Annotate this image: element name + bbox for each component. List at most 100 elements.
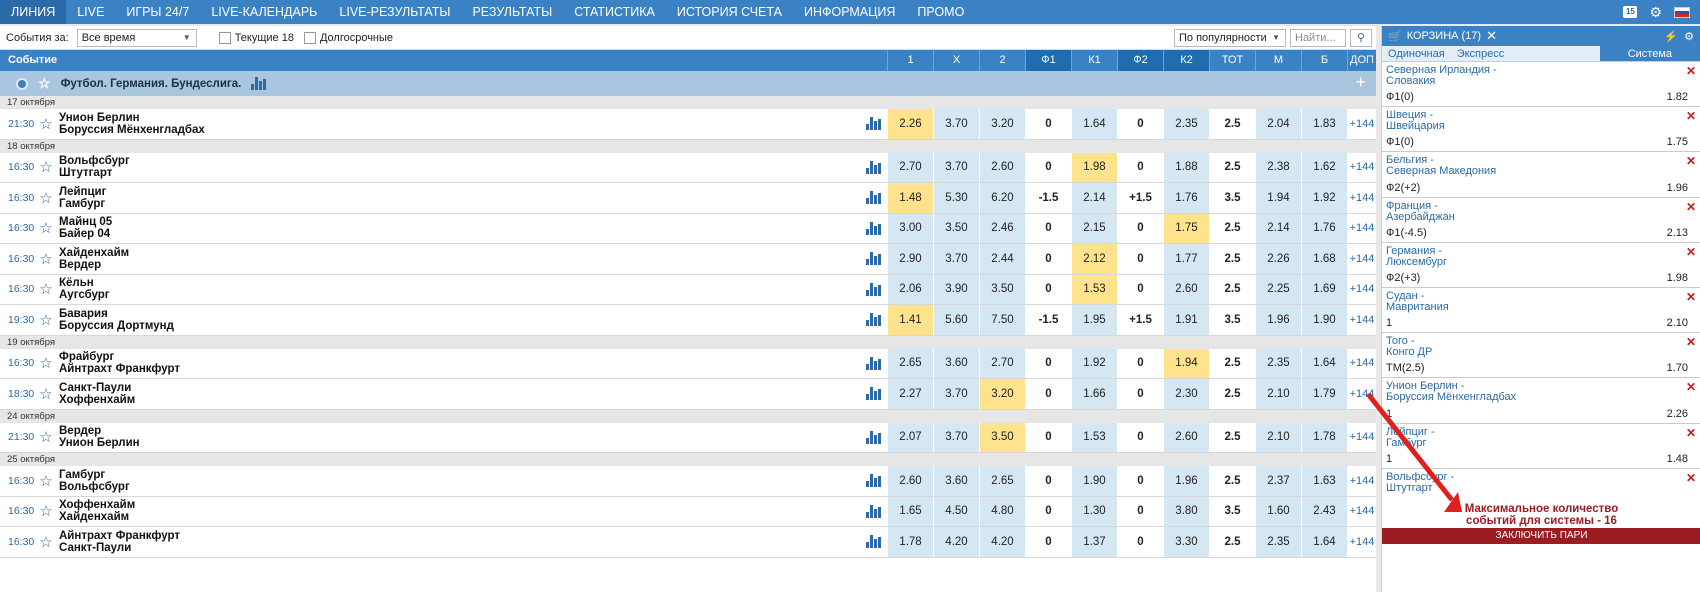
tab-system[interactable]: Система xyxy=(1599,46,1700,61)
odds-cell[interactable]: 2.65 xyxy=(979,466,1025,496)
odds-cell[interactable]: 1.94 xyxy=(1163,348,1209,378)
odds-cell[interactable]: 2.46 xyxy=(979,213,1025,243)
odds-cell[interactable]: 1.30 xyxy=(1071,496,1117,526)
star-icon[interactable]: ☆ xyxy=(33,305,59,335)
odds-cell[interactable]: 0 xyxy=(1025,527,1071,557)
odds-cell[interactable]: 6.20 xyxy=(979,183,1025,213)
odds-cell[interactable]: 2.37 xyxy=(1255,466,1301,496)
remove-bet-icon[interactable]: ✕ xyxy=(1686,200,1696,214)
nav-item[interactable]: LIVE-РЕЗУЛЬТАТЫ xyxy=(328,0,461,24)
checkbox-box[interactable] xyxy=(218,31,231,44)
odds-column-header[interactable]: 1 xyxy=(887,50,933,71)
odds-cell[interactable]: 3.70 xyxy=(933,152,979,182)
russia-flag-icon[interactable] xyxy=(1674,6,1690,18)
odds-cell[interactable]: 0 xyxy=(1117,109,1163,139)
odds-cell[interactable]: 2.26 xyxy=(887,109,933,139)
odds-cell[interactable]: -1.5 xyxy=(1025,183,1071,213)
match-teams[interactable]: Фрайбург Айнтрахт Франкфурт xyxy=(59,349,860,379)
odds-cell[interactable]: 1.92 xyxy=(1301,183,1347,213)
stats-icon[interactable] xyxy=(860,244,887,274)
odds-cell[interactable]: 1.92 xyxy=(1071,348,1117,378)
match-teams[interactable]: Майнц 05 Байер 04 xyxy=(59,214,860,244)
stats-icon[interactable] xyxy=(251,77,267,90)
star-icon[interactable]: ☆ xyxy=(33,275,59,305)
match-teams[interactable]: Кёльн Аугсбург xyxy=(59,275,860,305)
odds-cell[interactable]: 2.5 xyxy=(1209,422,1255,452)
odds-cell[interactable]: 0 xyxy=(1117,527,1163,557)
odds-cell[interactable]: 2.60 xyxy=(1163,422,1209,452)
stats-icon[interactable] xyxy=(860,305,887,335)
match-teams[interactable]: Санкт-Паули Хоффенхайм xyxy=(59,379,860,409)
odds-cell[interactable]: 1.96 xyxy=(1163,466,1209,496)
gear-icon[interactable]: ⚙ xyxy=(1684,30,1694,43)
notification-badge[interactable]: 15 xyxy=(1623,6,1638,18)
odds-cell[interactable]: 4.20 xyxy=(979,527,1025,557)
longterm-checkbox[interactable]: Долгосрочные xyxy=(303,31,393,44)
more-markets-link[interactable]: +144 xyxy=(1347,213,1376,243)
star-icon[interactable]: ☆ xyxy=(33,527,59,557)
odds-cell[interactable]: 2.26 xyxy=(1255,244,1301,274)
odds-cell[interactable]: 1.62 xyxy=(1301,152,1347,182)
bet-event-name[interactable]: Германия - Люксембург xyxy=(1386,245,1546,268)
star-icon[interactable]: ☆ xyxy=(33,379,59,409)
odds-cell[interactable]: 3.5 xyxy=(1209,305,1255,335)
match-teams[interactable]: Лейпциг Гамбург xyxy=(59,183,860,213)
odds-column-header[interactable]: X xyxy=(933,50,979,71)
more-markets-link[interactable]: +144 xyxy=(1347,183,1376,213)
odds-cell[interactable]: 2.10 xyxy=(1255,379,1301,409)
odds-cell[interactable]: 1.98 xyxy=(1071,152,1117,182)
odds-cell[interactable]: 7.50 xyxy=(979,305,1025,335)
odds-cell[interactable]: 0 xyxy=(1117,379,1163,409)
sort-select[interactable]: По популярности ▼ xyxy=(1174,29,1286,47)
nav-item[interactable]: LIVE-КАЛЕНДАРЬ xyxy=(200,0,328,24)
odds-cell[interactable]: 0 xyxy=(1025,244,1071,274)
odds-cell[interactable]: 0 xyxy=(1117,244,1163,274)
bet-event-name[interactable]: Того - Конго ДР xyxy=(1386,336,1546,358)
odds-cell[interactable]: 2.12 xyxy=(1071,244,1117,274)
odds-cell[interactable]: 2.14 xyxy=(1255,213,1301,243)
odds-cell[interactable]: 2.06 xyxy=(887,274,933,304)
odds-cell[interactable]: 3.00 xyxy=(887,213,933,243)
star-icon[interactable]: ☆ xyxy=(33,153,59,183)
close-icon[interactable]: ✕ xyxy=(1486,28,1497,44)
odds-cell[interactable]: 3.60 xyxy=(933,466,979,496)
odds-cell[interactable]: 1.75 xyxy=(1163,213,1209,243)
remove-bet-icon[interactable]: ✕ xyxy=(1686,471,1696,485)
odds-cell[interactable]: 3.70 xyxy=(933,109,979,139)
bet-event-name[interactable]: Судан - Мавритания xyxy=(1386,290,1546,313)
odds-column-header[interactable]: М xyxy=(1255,50,1301,71)
stats-icon[interactable] xyxy=(860,497,887,527)
odds-cell[interactable]: 5.60 xyxy=(933,305,979,335)
odds-column-header[interactable]: ДОП xyxy=(1347,50,1376,71)
odds-cell[interactable]: 0 xyxy=(1025,496,1071,526)
nav-item[interactable]: ИНФОРМАЦИЯ xyxy=(793,0,906,24)
star-icon[interactable]: ☆ xyxy=(33,423,59,453)
more-markets-link[interactable]: +144 xyxy=(1347,274,1376,304)
more-markets-link[interactable]: +144 xyxy=(1347,244,1376,274)
stats-icon[interactable] xyxy=(860,527,887,557)
odds-cell[interactable]: 1.90 xyxy=(1301,305,1347,335)
odds-column-header[interactable]: Б xyxy=(1301,50,1347,71)
odds-cell[interactable]: 2.5 xyxy=(1209,109,1255,139)
odds-cell[interactable]: 1.63 xyxy=(1301,466,1347,496)
odds-cell[interactable]: 2.5 xyxy=(1209,244,1255,274)
match-teams[interactable]: Хайденхайм Вердер xyxy=(59,244,860,274)
remove-bet-icon[interactable]: ✕ xyxy=(1686,380,1696,394)
bet-event-name[interactable]: Северная Ирландия - Словакия xyxy=(1386,65,1546,87)
odds-cell[interactable]: 0 xyxy=(1117,496,1163,526)
odds-cell[interactable]: 2.5 xyxy=(1209,527,1255,557)
odds-cell[interactable]: 1.53 xyxy=(1071,274,1117,304)
odds-cell[interactable]: 0 xyxy=(1025,109,1071,139)
odds-cell[interactable]: 1.68 xyxy=(1301,244,1347,274)
remove-bet-icon[interactable]: ✕ xyxy=(1686,109,1696,123)
match-teams[interactable]: Бавария Боруссия Дортмунд xyxy=(59,305,860,335)
star-icon[interactable]: ☆ xyxy=(33,109,59,139)
nav-item[interactable]: РЕЗУЛЬТАТЫ xyxy=(461,0,563,24)
odds-cell[interactable]: 1.78 xyxy=(887,527,933,557)
remove-bet-icon[interactable]: ✕ xyxy=(1686,426,1696,440)
odds-cell[interactable]: 1.90 xyxy=(1071,466,1117,496)
odds-cell[interactable]: 4.50 xyxy=(933,496,979,526)
odds-cell[interactable]: 2.38 xyxy=(1255,152,1301,182)
odds-cell[interactable]: 2.15 xyxy=(1071,213,1117,243)
stats-icon[interactable] xyxy=(860,183,887,213)
